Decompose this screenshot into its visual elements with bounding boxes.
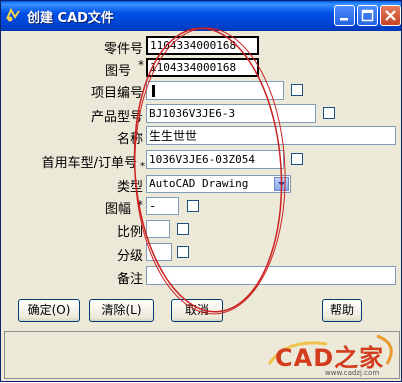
chevron-down-icon bbox=[278, 182, 285, 186]
title-bar[interactable]: 创建 CAD文件 bbox=[1, 1, 401, 31]
first-vehicle-model-field[interactable]: 1036V3JE6-03Z054 bbox=[146, 150, 284, 169]
sheet-size-label: 图幅 bbox=[104, 202, 131, 217]
product-model-field[interactable]: BJ1036V3JE6-3 bbox=[146, 104, 316, 123]
drawing-number-field[interactable]: 1104334000168 bbox=[146, 58, 259, 77]
app-icon bbox=[6, 7, 20, 22]
cancel-button[interactable]: 取消 bbox=[171, 299, 223, 322]
scale-field[interactable] bbox=[146, 220, 170, 238]
grade-checkbox[interactable] bbox=[177, 246, 189, 258]
name-field[interactable]: 生生世世 bbox=[146, 126, 396, 145]
grade-label: 分级 bbox=[116, 249, 143, 264]
name-label: 名称 bbox=[116, 132, 143, 147]
close-button[interactable] bbox=[380, 5, 401, 26]
project-number-checkbox[interactable] bbox=[291, 84, 303, 96]
text-cursor bbox=[152, 85, 155, 97]
ok-button[interactable]: 确定(O) bbox=[18, 299, 80, 322]
first-vehicle-model-checkbox[interactable] bbox=[291, 153, 303, 165]
grade-field[interactable] bbox=[146, 243, 172, 261]
sheet-size-checkbox[interactable] bbox=[187, 200, 199, 212]
remarks-label: 备注 bbox=[116, 272, 143, 287]
dropdown-arrow[interactable] bbox=[274, 177, 289, 191]
product-model-checkbox[interactable] bbox=[323, 107, 335, 119]
first-vehicle-model-required-mark: * bbox=[140, 161, 145, 172]
project-number-field[interactable] bbox=[146, 81, 284, 100]
project-number-label: 项目编号 bbox=[90, 86, 143, 101]
clear-button[interactable]: 清除(L) bbox=[89, 299, 154, 322]
watermark-logo: CAD之家 www.cadzj.com bbox=[267, 334, 401, 380]
scale-label: 比例 bbox=[116, 225, 143, 240]
watermark-logo-text: CAD之家 bbox=[275, 344, 385, 372]
minimize-icon bbox=[340, 18, 348, 21]
window-title: 创建 CAD文件 bbox=[27, 11, 114, 26]
drawing-number-required-mark: * bbox=[138, 58, 144, 72]
drawing-number-label: 图号 bbox=[104, 64, 131, 79]
sheet-size-required-mark: * bbox=[137, 198, 143, 212]
part-number-field[interactable]: 1104334000168 bbox=[146, 36, 259, 55]
remarks-field[interactable] bbox=[146, 266, 396, 285]
part-number-label: 零件号 bbox=[103, 42, 143, 57]
first-vehicle-model-label: 首用车型/订单号 bbox=[41, 156, 137, 171]
close-icon bbox=[385, 10, 396, 21]
type-label: 类型 bbox=[116, 180, 143, 195]
minimize-button[interactable] bbox=[334, 5, 355, 26]
help-button[interactable]: 帮助 bbox=[322, 299, 362, 322]
product-model-label: 产品型号 bbox=[90, 110, 143, 125]
type-select[interactable]: AutoCAD Drawing bbox=[146, 175, 291, 193]
scale-checkbox[interactable] bbox=[177, 223, 189, 235]
maximize-button[interactable] bbox=[357, 5, 378, 26]
sheet-size-field[interactable]: - bbox=[146, 197, 179, 215]
dialog-window: 创建 CAD文件 零件号 1104334000168 图号 * 11043340… bbox=[0, 0, 402, 382]
type-select-value: AutoCAD Drawing bbox=[149, 177, 249, 190]
maximize-icon bbox=[361, 9, 374, 22]
watermark-url: www.cadzj.com bbox=[325, 369, 380, 377]
